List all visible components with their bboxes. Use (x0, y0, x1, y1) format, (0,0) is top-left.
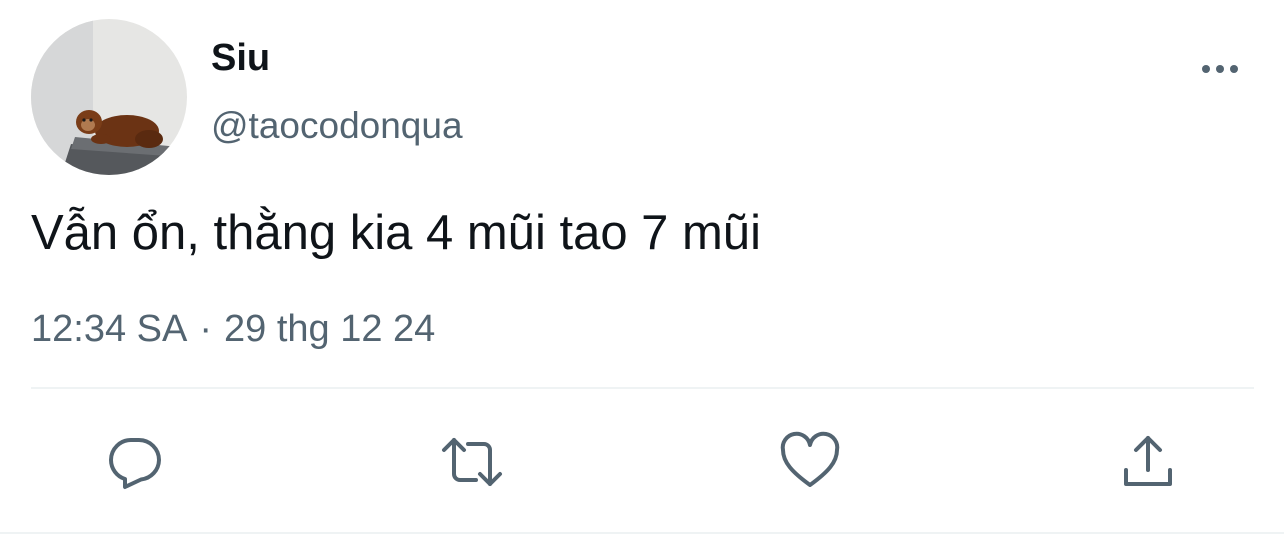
tweet-card: Siu @taocodonqua Vẫn ổn, thằng kia 4 mũi… (0, 0, 1284, 538)
retweet-icon (442, 438, 502, 486)
meta-separator: · (199, 308, 212, 350)
divider (31, 387, 1254, 389)
reply-button[interactable] (103, 430, 167, 494)
display-name[interactable]: Siu (211, 36, 270, 80)
retweet-button[interactable] (440, 430, 504, 494)
heart-icon (780, 431, 840, 487)
tweet-time[interactable]: 12:34 SA (31, 308, 187, 350)
share-icon (1124, 436, 1172, 486)
tweet-date[interactable]: 29 thg 12 24 (224, 308, 435, 350)
tweet-text: Vẫn ổn, thằng kia 4 mũi tao 7 mũi (31, 206, 761, 260)
avatar[interactable] (31, 19, 187, 175)
tweet-meta: 12:34 SA · 29 thg 12 24 (31, 307, 435, 351)
more-horizontal-icon (1202, 65, 1238, 73)
like-button[interactable] (778, 430, 842, 494)
bottom-divider (0, 532, 1284, 534)
reply-icon (109, 438, 161, 489)
share-button[interactable] (1116, 430, 1180, 494)
more-options-button[interactable] (1196, 52, 1244, 86)
user-handle[interactable]: @taocodonqua (211, 104, 463, 148)
